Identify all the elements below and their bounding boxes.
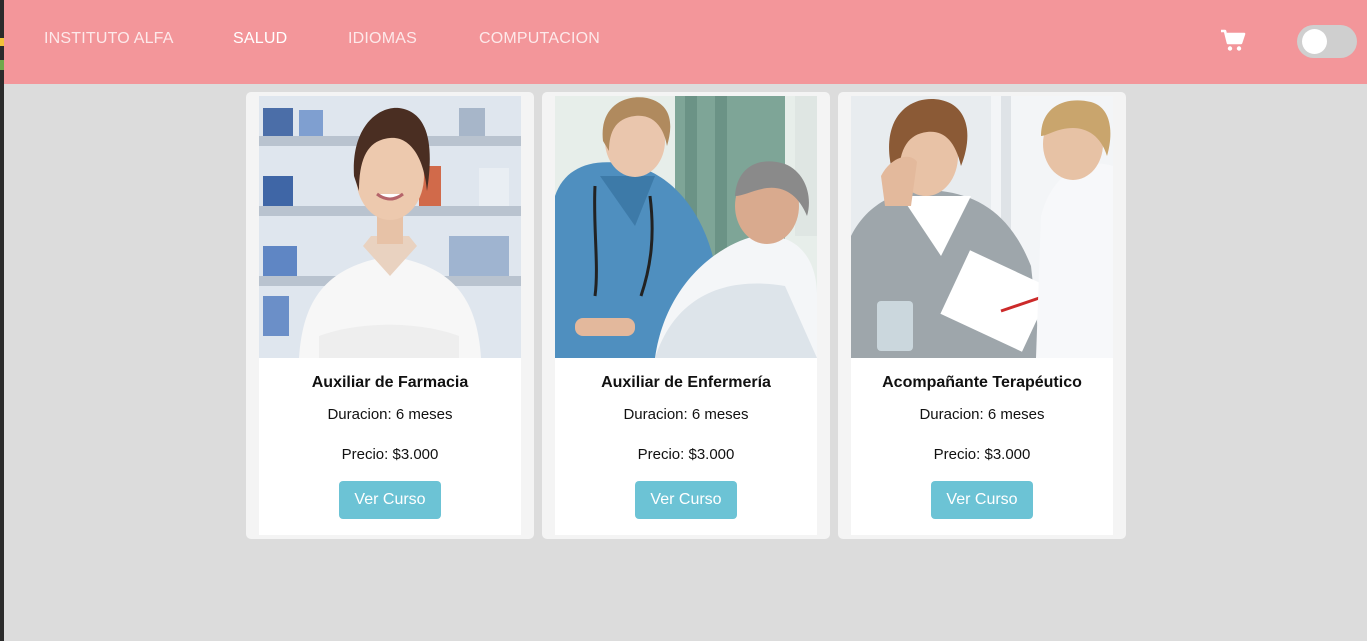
course-price: Precio: $3.000 — [637, 446, 735, 463]
course-duration: Duracion: 6 meses — [327, 406, 453, 423]
pharmacist-photo — [259, 96, 521, 358]
navbar: INSTITUTO ALFA SALUD IDIOMAS COMPUTACION — [4, 0, 1367, 84]
ver-curso-button[interactable]: Ver Curso — [339, 481, 441, 519]
course-card: Auxiliar de Enfermería Duracion: 6 meses… — [542, 92, 830, 539]
toggle-knob — [1302, 29, 1327, 54]
course-duration: Duracion: 6 meses — [623, 406, 749, 423]
nav-link-computacion[interactable]: COMPUTACION — [479, 30, 600, 48]
course-price: Precio: $3.000 — [933, 446, 1031, 463]
course-title: Auxiliar de Farmacia — [311, 374, 469, 391]
nav-link-idiomas[interactable]: IDIOMAS — [348, 30, 417, 48]
card-body: Acompañante Terapéutico Duracion: 6 mese… — [851, 96, 1113, 535]
course-title: Acompañante Terapéutico — [882, 374, 1082, 391]
course-card: Acompañante Terapéutico Duracion: 6 mese… — [838, 92, 1126, 539]
ver-curso-button[interactable]: Ver Curso — [635, 481, 737, 519]
nurse-patient-photo — [555, 96, 817, 358]
window-left-edge — [0, 0, 4, 641]
course-duration: Duracion: 6 meses — [919, 406, 1045, 423]
ver-curso-button[interactable]: Ver Curso — [931, 481, 1033, 519]
card-body: Auxiliar de Farmacia Duracion: 6 meses P… — [259, 96, 521, 535]
course-card: Auxiliar de Farmacia Duracion: 6 meses P… — [246, 92, 534, 539]
shopping-cart-icon[interactable] — [1220, 28, 1246, 52]
brand-link[interactable]: INSTITUTO ALFA — [44, 30, 174, 48]
course-price: Precio: $3.000 — [341, 446, 439, 463]
course-title: Auxiliar de Enfermería — [601, 374, 771, 391]
card-body: Auxiliar de Enfermería Duracion: 6 meses… — [555, 96, 817, 535]
therapy-session-photo — [851, 96, 1113, 358]
nav-link-salud[interactable]: SALUD — [233, 30, 287, 48]
theme-toggle[interactable] — [1297, 25, 1357, 58]
